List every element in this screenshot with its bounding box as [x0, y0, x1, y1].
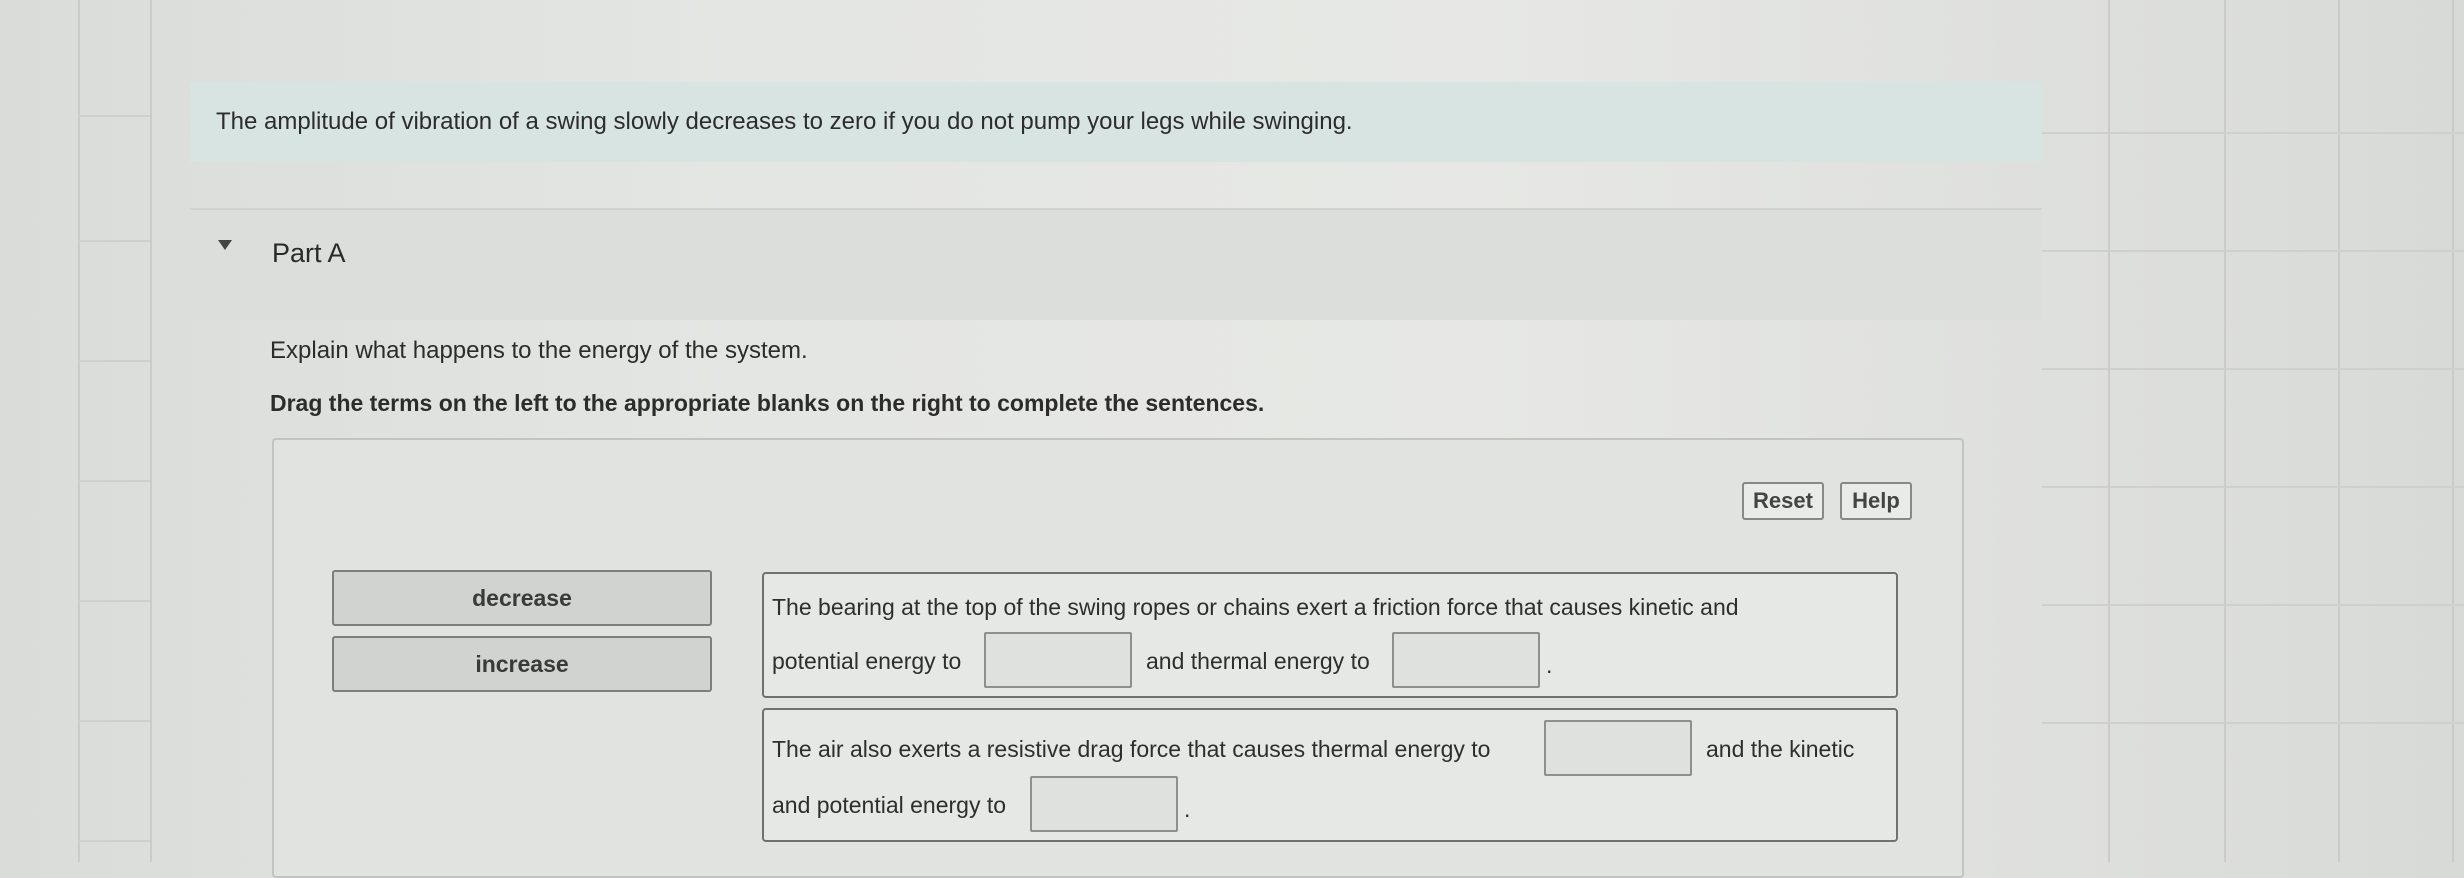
- blank-2[interactable]: [1392, 632, 1540, 688]
- sentence-box-2: The air also exerts a resistive drag for…: [762, 708, 1898, 842]
- sentence-1-segment-1: potential energy to: [772, 648, 962, 674]
- grid-line: [2452, 0, 2454, 862]
- grid-line: [2108, 0, 2110, 862]
- grid-line: [78, 480, 150, 482]
- sentence-1-line-1: The bearing at the top of the swing rope…: [772, 594, 1739, 620]
- grid-line: [78, 720, 150, 722]
- caret-down-icon[interactable]: [218, 240, 232, 250]
- blank-3[interactable]: [1544, 720, 1692, 776]
- sentence-1-segment-2: and thermal energy to: [1146, 648, 1370, 674]
- term-decrease[interactable]: decrease: [332, 570, 712, 626]
- grid-line: [2042, 486, 2464, 488]
- help-button[interactable]: Help: [1840, 482, 1912, 520]
- instruction-text: Drag the terms on the left to the approp…: [270, 390, 1265, 416]
- reset-button[interactable]: Reset: [1742, 482, 1824, 520]
- term-increase[interactable]: increase: [332, 636, 712, 692]
- sentence-2-segment-2: and the kinetic: [1706, 736, 1855, 762]
- grid-line: [2224, 0, 2226, 862]
- sentence-1-period: .: [1546, 652, 1553, 678]
- grid-line: [2042, 604, 2464, 606]
- sentence-2-period: .: [1184, 796, 1191, 822]
- sentence-2-segment-1: The air also exerts a resistive drag for…: [772, 736, 1491, 762]
- grid-line: [2042, 250, 2464, 252]
- grid-line: [150, 0, 152, 862]
- grid-line: [2042, 722, 2464, 724]
- question-text: Explain what happens to the energy of th…: [270, 337, 808, 364]
- sentence-2-segment-3: and potential energy to: [772, 792, 1007, 818]
- grid-line: [78, 840, 150, 842]
- grid-line: [2338, 0, 2340, 862]
- blank-1[interactable]: [984, 632, 1132, 688]
- intro-text: The amplitude of vibration of a swing sl…: [216, 108, 1353, 135]
- part-title: Part A: [272, 238, 346, 268]
- grid-line: [78, 600, 150, 602]
- grid-line: [78, 0, 80, 862]
- grid-line: [78, 240, 150, 242]
- grid-line: [78, 360, 150, 362]
- sentence-box-1: The bearing at the top of the swing rope…: [762, 572, 1898, 698]
- problem-intro: The amplitude of vibration of a swing sl…: [190, 82, 2042, 162]
- grid-line: [2042, 132, 2464, 134]
- grid-line: [2042, 368, 2464, 370]
- grid-line: [78, 115, 150, 117]
- blank-4[interactable]: [1030, 776, 1178, 832]
- part-a-header[interactable]: Part A: [190, 208, 2042, 320]
